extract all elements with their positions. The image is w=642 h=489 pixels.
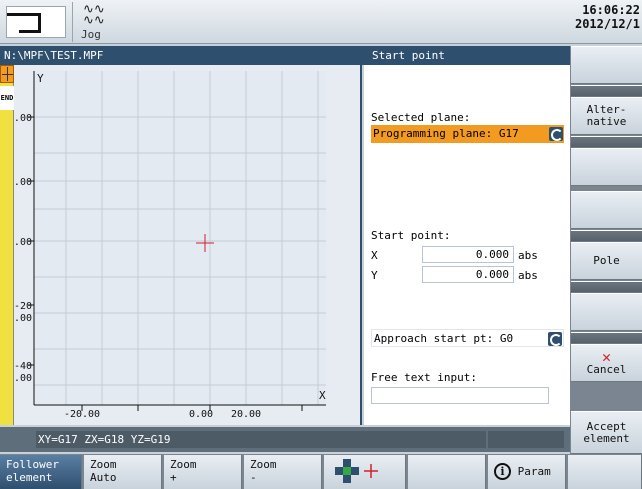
softkey-6[interactable] (571, 293, 642, 331)
softkey-separator (571, 85, 642, 97)
machine-mode-icon (6, 6, 66, 38)
accept-label: Accept element (583, 419, 630, 445)
y-label: Y (371, 269, 378, 282)
param-label: Param (517, 465, 551, 478)
zoom-minus-softkey[interactable]: Zoom - (244, 455, 322, 489)
alternative-label: Alter- native (586, 103, 627, 128)
softkey-separator (571, 281, 642, 293)
zoom-auto-label: Zoom Auto (90, 458, 117, 484)
program-path: N:\MPF\TEST.MPF (4, 49, 104, 62)
plane-selector-value: Programming plane: G17 (373, 127, 519, 140)
follower-element-softkey[interactable]: Follower element (0, 455, 82, 489)
horizontal-softkeys: Follower element Zoom Auto Zoom + Zoom -… (0, 454, 642, 489)
cancel-label: Cancel (586, 363, 627, 376)
accept-softkey[interactable]: Accept element (571, 411, 642, 454)
contour-plot: Y X 40.00 20.00 0.00 -20 .00 -40 .00 -20… (14, 65, 362, 425)
start-point-icon[interactable] (0, 65, 14, 83)
contour-element-strip (0, 65, 14, 425)
close-icon: ✕ (601, 348, 612, 366)
path-bar: N:\MPF\TEST.MPF Start point (0, 46, 570, 65)
clock: 16:06:22 2012/12/1 (575, 3, 640, 31)
toggle-icon[interactable] (548, 332, 562, 346)
empty-softkey-2[interactable] (568, 455, 642, 489)
start-point-form: Selected plane: Programming plane: G17 S… (364, 65, 570, 425)
x-tick-label: 20.00 (231, 409, 261, 420)
info-icon: i (494, 463, 511, 480)
toggle-icon[interactable] (549, 127, 563, 141)
pole-label: Pole (593, 254, 620, 267)
pole-softkey[interactable]: Pole (571, 242, 642, 280)
y-tick-label: 20.00 (14, 177, 32, 188)
y-input[interactable]: 0.000 (422, 266, 514, 283)
plot-svg: Y X 40.00 20.00 0.00 -20 .00 -40 .00 -20… (14, 71, 326, 420)
jog-wave-icon: ∿∿ ∿∿ (83, 2, 105, 28)
pan-icon (335, 459, 378, 483)
y-tick-label: 0.00 (14, 237, 32, 248)
plane-assignments: XY=G17 ZX=G18 YZ=G19 (36, 431, 486, 448)
zoom-plus-label: Zoom + (170, 458, 197, 484)
y-tick-label: -40 (14, 361, 32, 372)
clock-date: 2012/12/1 (574, 17, 640, 31)
y-tick-label: .00 (14, 313, 32, 324)
softkey-separator (571, 332, 642, 344)
cancel-softkey[interactable]: ✕ Cancel (571, 344, 642, 382)
status-extra (488, 431, 564, 448)
softkey-1[interactable] (571, 46, 642, 84)
free-text-label: Free text input: (371, 371, 477, 384)
zoom-plus-softkey[interactable]: Zoom + (164, 455, 242, 489)
selected-plane-label: Selected plane: (371, 111, 471, 124)
x-axis-label: X (319, 389, 326, 402)
softkey-separator (571, 230, 642, 242)
clock-time: 16:06:22 (582, 3, 640, 17)
alternative-softkey[interactable]: Alter- native (571, 97, 642, 135)
x-label: X (371, 249, 378, 262)
x-tick-label: 0.00 (189, 409, 213, 420)
start-point-label: Start point: (371, 229, 451, 242)
jog-mode-indicator: ∿∿ ∿∿ Jog (72, 2, 112, 42)
pan-softkey[interactable] (324, 455, 406, 489)
jog-label: Jog (81, 28, 101, 41)
softkey-3[interactable] (571, 148, 642, 186)
y-tick-label: .00 (14, 373, 32, 384)
y-tick-label: 40.00 (14, 113, 32, 124)
end-icon[interactable]: END (0, 86, 14, 110)
zoom-auto-softkey[interactable]: Zoom Auto (84, 455, 162, 489)
status-bar: XY=G17 ZX=G18 YZ=G19 (0, 427, 570, 452)
y-axis-label: Y (37, 72, 44, 85)
x-unit: abs (518, 249, 538, 262)
x-tick-label: -20.00 (64, 409, 100, 420)
softkey-4[interactable] (571, 191, 642, 229)
header-bar: ∿∿ ∿∿ Jog 16:06:22 2012/12/1 (0, 0, 642, 44)
y-unit: abs (518, 269, 538, 282)
y-tick-label: -20 (14, 301, 32, 312)
free-text-input[interactable] (371, 387, 549, 404)
x-input[interactable]: 0.000 (422, 246, 514, 263)
plane-selector[interactable]: Programming plane: G17 (371, 125, 564, 143)
approach-selector[interactable]: Approach start pt: G0 (371, 329, 564, 347)
param-softkey[interactable]: i Param (488, 455, 566, 489)
vertical-softkeys: Alter- native Pole ✕ Cancel Accept eleme… (570, 46, 642, 454)
approach-selector-value: Approach start pt: G0 (374, 332, 514, 345)
follower-element-label: Follower element (6, 458, 59, 484)
empty-softkey[interactable] (408, 455, 486, 489)
dialog-title: Start point (372, 49, 445, 62)
zoom-minus-label: Zoom - (250, 458, 277, 484)
softkey-separator (571, 136, 642, 148)
